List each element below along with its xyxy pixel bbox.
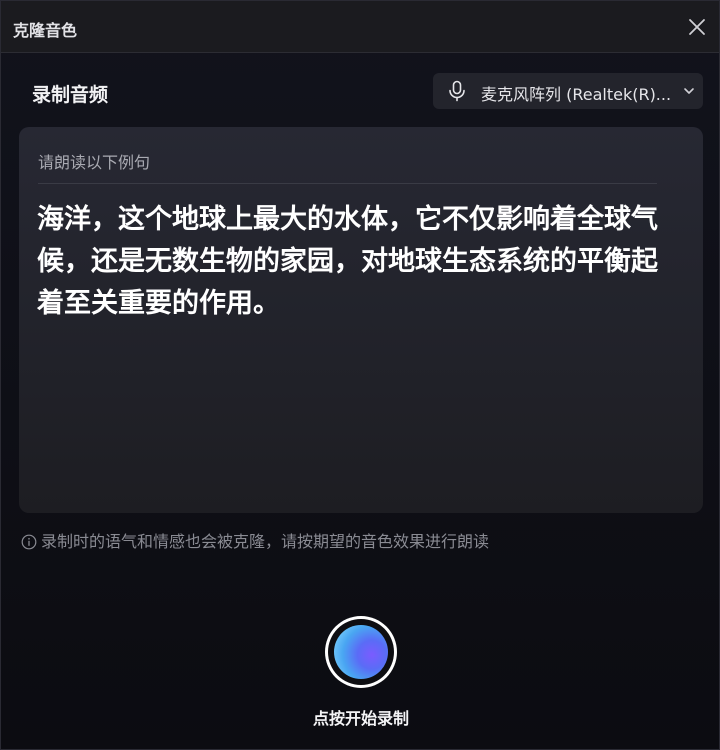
close-icon — [689, 19, 705, 35]
title-bar: 克隆音色 — [1, 1, 719, 53]
reading-prompt-panel: 请朗读以下例句 海洋，这个地球上最大的水体，它不仅影响着全球气候，还是无数生物的… — [19, 127, 703, 513]
microphone-icon — [449, 80, 465, 102]
record-button[interactable] — [325, 616, 397, 688]
recording-tip: 录制时的语气和情感也会被克隆，请按期望的音色效果进行朗读 — [21, 528, 489, 552]
clone-voice-dialog: 克隆音色 录制音频 麦克风阵列 (Realtek(R)... 请朗读以下例句 海… — [0, 0, 720, 750]
prompt-hint: 请朗读以下例句 — [38, 153, 151, 172]
recording-tip-text: 录制时的语气和情感也会被克隆，请按期望的音色效果进行朗读 — [41, 532, 490, 551]
divider — [38, 183, 657, 184]
dialog-title: 克隆音色 — [13, 21, 78, 40]
microphone-select[interactable]: 麦克风阵列 (Realtek(R)... — [433, 73, 703, 109]
section-title: 录制音频 — [32, 84, 109, 106]
prompt-sentence: 海洋，这个地球上最大的水体，它不仅影响着全球气候，还是无数生物的家园，对地球生态… — [37, 204, 658, 319]
record-orb-icon — [334, 625, 388, 679]
microphone-select-value: 麦克风阵列 (Realtek(R)... — [481, 85, 672, 104]
chevron-down-icon — [684, 88, 694, 94]
close-button[interactable] — [683, 13, 711, 41]
info-icon — [21, 534, 37, 550]
record-button-label: 点按开始录制 — [312, 709, 409, 728]
